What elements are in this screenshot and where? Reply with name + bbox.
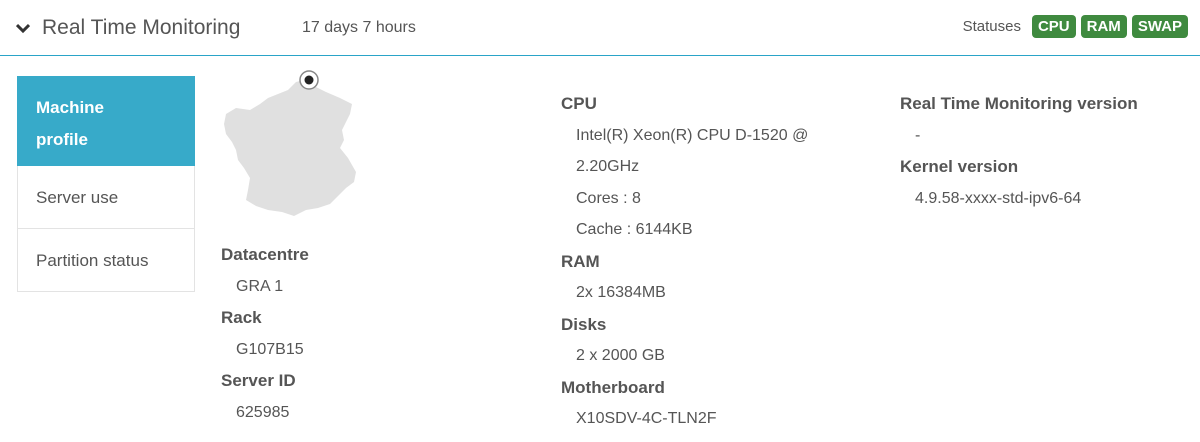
disks-value: 2 x 2000 GB [576,347,665,364]
status-badge-ram: RAM [1080,15,1127,38]
uptime-text: 17 days 7 hours [302,19,416,36]
server-id-value: 625985 [236,403,290,421]
hardware-info: CPU Intel(R) Xeon(R) CPU D-1520 @ 2.20GH… [561,88,808,435]
rack-value: G107B15 [236,340,304,358]
sidebar-item-label-line2: profile [36,130,88,149]
status-badge-swap: SWAP [1131,15,1188,38]
kernel-version-label: Kernel version [900,157,1019,176]
statuses-label: Statuses [962,18,1021,35]
sidebar-item-server-use[interactable]: Server use [17,166,195,229]
datacentre-value: GRA 1 [236,277,284,295]
motherboard-value: X10SDV-4C-TLN2F [576,410,717,427]
statuses-group: Statuses CPU RAM SWAP [963,15,1188,38]
ram-value: 2x 16384MB [576,284,666,301]
cpu-cores: Cores : 8 [576,189,641,207]
chevron-down-icon [16,23,30,34]
panel-header: Real Time Monitoring 17 days 7 hours Sta… [0,0,1200,56]
cpu-model-line2: 2.20GHz [576,158,640,175]
collapse-toggle[interactable]: Real Time Monitoring [16,12,240,44]
sidebar-item-label-line1: Machine [36,98,105,117]
server-id-label: Server ID [221,371,296,390]
cpu-cache: Cache : 6144KB [576,221,693,238]
motherboard-label: Motherboard [561,377,665,397]
sidebar-item-partition-status[interactable]: Partition status [17,229,195,292]
status-badge-cpu: CPU [1031,15,1076,38]
location-info: Datacentre GRA 1 Rack G107B15 Server ID … [221,239,309,428]
rtm-version-value: - [915,126,921,144]
disks-label: Disks [561,314,607,334]
panel-title: Real Time Monitoring [42,16,241,39]
ram-label: RAM [561,251,600,271]
sidebar-nav: Machine profile Server use Partition sta… [17,76,195,292]
cpu-label: CPU [561,94,597,113]
france-map [224,70,356,216]
datacentre-label: Datacentre [221,245,309,264]
rack-label: Rack [221,308,262,327]
cpu-model-line1: Intel(R) Xeon(R) CPU D-1520 @ [576,126,809,144]
rtm-version-label: Real Time Monitoring version [900,94,1138,113]
sidebar-item-machine-profile[interactable]: Machine profile [17,76,195,166]
software-info: Real Time Monitoring version - Kernel ve… [900,88,1138,214]
france-shape [224,80,356,216]
kernel-version-value: 4.9.58-xxxx-std-ipv6-64 [915,189,1082,207]
